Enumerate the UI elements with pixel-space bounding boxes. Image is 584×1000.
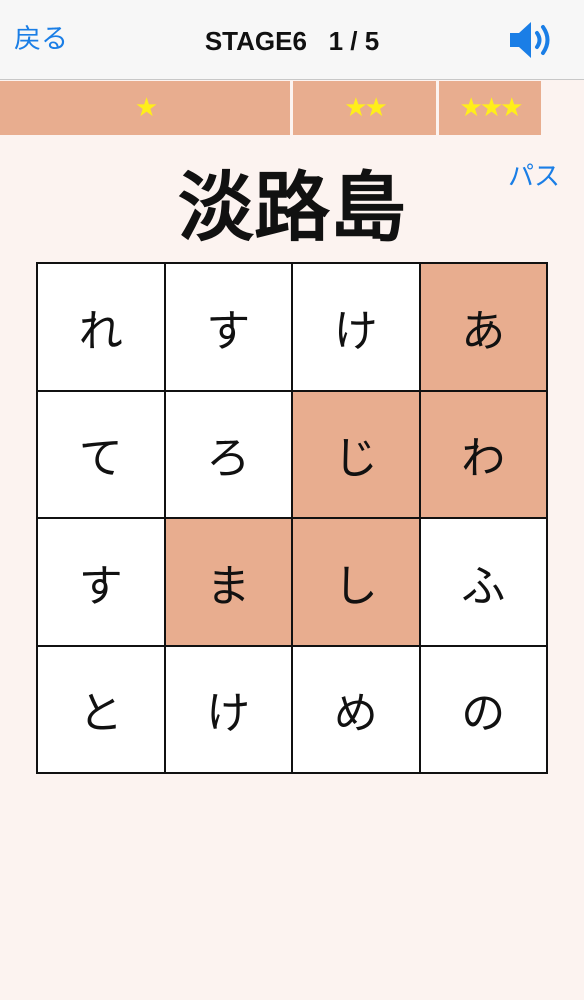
- grid-cell[interactable]: め: [292, 645, 420, 773]
- three-star-label: ★★★: [459, 93, 524, 123]
- grid-cell[interactable]: れ: [37, 263, 165, 391]
- grid-cell[interactable]: け: [164, 645, 292, 773]
- grid-cell[interactable]: わ: [419, 390, 547, 518]
- star-segment-1: ★: [0, 81, 290, 135]
- target-word: 淡路島: [178, 163, 406, 252]
- grid-cell[interactable]: す: [37, 518, 165, 646]
- navigation-bar: 戻る STAGE6 1 / 5: [0, 0, 584, 80]
- stage-title: STAGE6 1 / 5: [204, 26, 380, 56]
- one-star-label: ★: [134, 93, 158, 123]
- grid-cell[interactable]: け: [292, 263, 420, 391]
- star-segment-2: ★★: [293, 81, 436, 135]
- star-rating-bar: ★ ★★ ★★★: [0, 81, 541, 135]
- grid-cell[interactable]: て: [37, 390, 165, 518]
- star-segment-3: ★★★: [439, 81, 541, 135]
- grid-cell[interactable]: じ: [292, 390, 420, 518]
- speaker-volume-icon[interactable]: [506, 18, 558, 62]
- grid-cell[interactable]: ろ: [164, 390, 292, 518]
- grid-cell[interactable]: の: [419, 645, 547, 773]
- grid-cell[interactable]: と: [37, 645, 165, 773]
- grid-cell[interactable]: ふ: [419, 518, 547, 646]
- grid-cell[interactable]: し: [292, 518, 420, 646]
- grid-cell[interactable]: す: [164, 263, 292, 391]
- letter-grid: れすけあてろじわすましふとけめの: [36, 262, 548, 774]
- two-star-label: ★★: [344, 93, 388, 123]
- grid-cell[interactable]: あ: [419, 263, 547, 391]
- grid-cell[interactable]: ま: [164, 518, 292, 646]
